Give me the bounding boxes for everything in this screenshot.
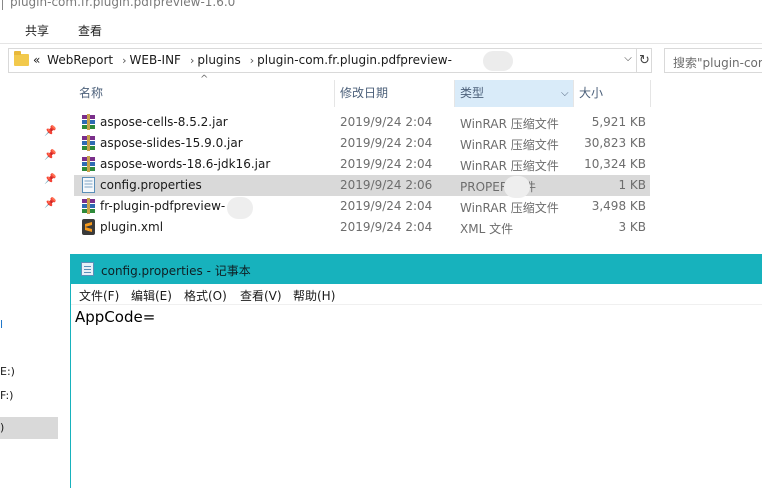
notepad-menu-bar: 文件(F) 编辑(E) 格式(O) 查看(V) 帮助(H) — [71, 284, 762, 305]
notepad-window: config.properties - 记事本 文件(F) 编辑(E) 格式(O… — [70, 254, 762, 488]
chevron-right-icon: › — [249, 54, 255, 67]
file-size: 3 KB — [618, 220, 646, 234]
file-date: 2019/9/24 2:04 — [340, 220, 433, 234]
notepad-title: config.properties - 记事本 — [101, 264, 251, 278]
chevron-right-icon: › — [122, 54, 127, 67]
column-size[interactable]: 大小 — [574, 80, 650, 107]
file-row-selected[interactable]: config.properties 2019/9/24 2:06 PROPER … — [74, 175, 650, 196]
file-name: config.properties — [100, 178, 202, 192]
nav-item-drive-e[interactable]: E:) — [0, 365, 15, 378]
breadcrumb-web-inf[interactable]: WEB-INF — [130, 53, 181, 67]
sublime-icon — [82, 219, 95, 235]
address-dropdown-icon[interactable]: ⌵ — [621, 53, 635, 69]
file-date: 2019/9/24 2:04 — [340, 157, 433, 171]
file-size: 1 KB — [618, 178, 646, 192]
notepad-icon — [81, 262, 94, 276]
file-size: 5,921 KB — [591, 115, 646, 129]
redacted-blur — [483, 51, 513, 71]
pin-icon[interactable]: 📌 — [44, 126, 56, 138]
search-placeholder: 搜索"plugin-com — [673, 56, 762, 70]
file-name: aspose-slides-15.9.0.jar — [100, 136, 243, 150]
file-type: WinRAR 压缩文件 — [460, 159, 559, 173]
tab-share[interactable]: 共享 — [25, 22, 49, 39]
winrar-icon — [82, 198, 95, 214]
pin-icon[interactable]: 📌 — [44, 150, 56, 162]
nav-item-drive-f[interactable]: F:) — [0, 389, 13, 402]
menu-format[interactable]: 格式(O) — [184, 287, 227, 304]
file-date: 2019/9/24 2:04 — [340, 136, 433, 150]
file-type: WinRAR 压缩文件 — [460, 201, 559, 215]
file-name: aspose-words-18.6-jdk16.jar — [100, 157, 271, 171]
search-input[interactable]: 搜索"plugin-com — [664, 48, 762, 73]
file-row[interactable]: plugin.xml 2019/9/24 2:04 XML 文件 3 KB — [74, 217, 650, 238]
file-date: 2019/9/24 2:04 — [340, 115, 433, 129]
menu-file[interactable]: 文件(F) — [79, 287, 119, 304]
explorer-window-title: plugin-com.fr.plugin.pdfpreview-1.6.0 — [10, 0, 236, 9]
chevron-right-icon: › — [189, 54, 195, 67]
column-modified[interactable]: 修改日期 — [335, 80, 454, 107]
winrar-icon — [82, 156, 95, 172]
nav-item-drive[interactable]: ) — [0, 421, 4, 434]
file-row[interactable]: aspose-slides-15.9.0.jar 2019/9/24 2:04 … — [74, 133, 650, 154]
file-size: 10,324 KB — [584, 157, 646, 171]
address-bar[interactable]: « WebReport › WEB-INF › plugins › plugin-com.f… — [8, 48, 652, 73]
redacted-blur — [504, 176, 530, 198]
folder-icon — [14, 51, 29, 66]
notepad-title-bar[interactable]: config.properties - 记事本 — [71, 254, 762, 284]
column-name[interactable]: 名称 — [74, 80, 334, 107]
breadcrumb-overflow[interactable]: « — [33, 53, 40, 67]
menu-help[interactable]: 帮助(H) — [293, 287, 335, 304]
file-name: plugin.xml — [100, 220, 164, 234]
file-row[interactable]: aspose-words-18.6-jdk16.jar 2019/9/24 2:… — [74, 154, 650, 175]
file-size: 3,498 KB — [591, 199, 646, 213]
breadcrumb-webreport[interactable]: WebReport — [47, 53, 113, 67]
file-date: 2019/9/24 2:06 — [340, 178, 433, 192]
breadcrumb-plugins[interactable]: plugins — [197, 53, 240, 67]
ribbon: 共享 查看 — [0, 12, 762, 44]
title-divider — [2, 0, 3, 10]
file-date: 2019/9/24 2:04 — [340, 199, 433, 213]
file-type: WinRAR 压缩文件 — [460, 138, 559, 152]
pin-icon[interactable]: 📌 — [44, 174, 56, 186]
text-file-icon — [82, 177, 95, 193]
notepad-text-area[interactable]: AppCode= — [75, 308, 155, 326]
file-row[interactable]: fr-plugin-pdfpreview- .jar 2019/9/24 2:0… — [74, 196, 650, 217]
explorer-title-strip: plugin-com.fr.plugin.pdfpreview-1.6.0 — [0, 0, 762, 12]
breadcrumb-plugin-folder[interactable]: plugin-com.fr.plugin.pdfpreview- — [257, 53, 452, 67]
tab-view[interactable]: 查看 — [78, 22, 102, 39]
pin-icon[interactable]: 📌 — [44, 198, 56, 210]
refresh-icon[interactable]: ↻ — [636, 49, 652, 72]
file-type: WinRAR 压缩文件 — [460, 117, 559, 131]
column-header: ^ 名称 修改日期 类型 ⌵ 大小 — [74, 74, 654, 107]
winrar-icon — [82, 135, 95, 151]
menu-edit[interactable]: 编辑(E) — [131, 287, 172, 304]
file-name: aspose-cells-8.5.2.jar — [100, 115, 228, 129]
file-size: 30,823 KB — [584, 136, 646, 150]
navigation-pane: 📌 📌 📌 📌 l ) E:) F:) — [0, 80, 70, 488]
nav-item-partial[interactable]: l — [0, 318, 3, 331]
column-divider[interactable] — [650, 80, 651, 107]
winrar-icon — [82, 114, 95, 130]
file-row[interactable]: aspose-cells-8.5.2.jar 2019/9/24 2:04 Wi… — [74, 112, 650, 133]
menu-view[interactable]: 查看(V) — [240, 287, 282, 304]
nav-selected-highlight — [0, 417, 58, 439]
file-type: XML 文件 — [460, 222, 514, 236]
column-filter-icon[interactable]: ⌵ — [561, 80, 569, 107]
breadcrumb: « WebReport › WEB-INF › plugins › plugin-com.f… — [33, 53, 455, 67]
column-type[interactable]: 类型 — [455, 80, 573, 107]
redacted-blur — [227, 197, 253, 219]
